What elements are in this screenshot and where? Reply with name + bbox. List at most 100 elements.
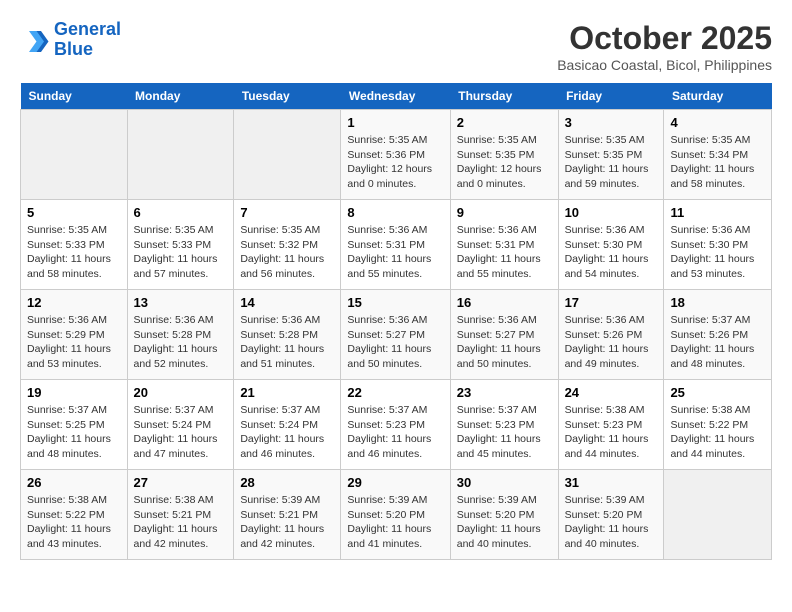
day-number: 16 xyxy=(457,295,552,310)
day-number: 21 xyxy=(240,385,334,400)
calendar-cell: 30 Sunrise: 5:39 AM Sunset: 5:20 PM Dayli… xyxy=(450,470,558,560)
calendar-cell: 14Sunrise: 5:36 AM Sunset: 5:28 PM Dayli… xyxy=(234,290,341,380)
day-info: Sunrise: 5:36 AM Sunset: 5:31 PM Dayligh… xyxy=(457,223,552,282)
day-number: 5 xyxy=(27,205,121,220)
calendar-cell: 28 Sunrise: 5:39 AM Sunset: 5:21 PM Dayli… xyxy=(234,470,341,560)
logo: General Blue xyxy=(20,20,121,60)
day-saturday: Saturday xyxy=(664,83,772,110)
day-number: 18 xyxy=(670,295,765,310)
day-tuesday: Tuesday xyxy=(234,83,341,110)
calendar-cell xyxy=(21,110,128,200)
day-number: 30 xyxy=(457,475,552,490)
calendar-cell: 9 Sunrise: 5:36 AM Sunset: 5:31 PM Daylig… xyxy=(450,200,558,290)
day-info: Sunrise: 5:39 AM Sunset: 5:20 PM Dayligh… xyxy=(457,493,552,552)
logo-text: General Blue xyxy=(54,20,121,60)
calendar-cell: 6 Sunrise: 5:35 AM Sunset: 5:33 PM Daylig… xyxy=(127,200,234,290)
logo-icon xyxy=(20,25,50,55)
day-friday: Friday xyxy=(558,83,664,110)
day-number: 19 xyxy=(27,385,121,400)
calendar-cell xyxy=(234,110,341,200)
calendar-cell: 25Sunrise: 5:38 AM Sunset: 5:22 PM Dayli… xyxy=(664,380,772,470)
calendar-cell: 15 Sunrise: 5:36 AM Sunset: 5:27 PM Dayli… xyxy=(341,290,450,380)
day-number: 26 xyxy=(27,475,121,490)
day-number: 17 xyxy=(565,295,658,310)
day-number: 27 xyxy=(134,475,228,490)
day-info: Sunrise: 5:35 AM Sunset: 5:32 PM Dayligh… xyxy=(240,223,334,282)
day-info: Sunrise: 5:35 AM Sunset: 5:36 PM Dayligh… xyxy=(347,133,443,192)
calendar-cell xyxy=(127,110,234,200)
calendar-cell: 13Sunrise: 5:36 AM Sunset: 5:28 PM Dayli… xyxy=(127,290,234,380)
day-monday: Monday xyxy=(127,83,234,110)
calendar-week-3: 12 Sunrise: 5:36 AM Sunset: 5:29 PM Dayli… xyxy=(21,290,772,380)
day-number: 28 xyxy=(240,475,334,490)
location-subtitle: Basicao Coastal, Bicol, Philippines xyxy=(557,57,772,73)
day-info: Sunrise: 5:36 AM Sunset: 5:30 PM Dayligh… xyxy=(670,223,765,282)
day-info: Sunrise: 5:39 AM Sunset: 5:20 PM Dayligh… xyxy=(347,493,443,552)
calendar-body: 1 Sunrise: 5:35 AM Sunset: 5:36 PM Daylig… xyxy=(21,110,772,560)
day-info: Sunrise: 5:37 AM Sunset: 5:24 PM Dayligh… xyxy=(134,403,228,462)
day-info: Sunrise: 5:36 AM Sunset: 5:30 PM Dayligh… xyxy=(565,223,658,282)
day-number: 1 xyxy=(347,115,443,130)
calendar-cell: 10 Sunrise: 5:36 AM Sunset: 5:30 PM Dayli… xyxy=(558,200,664,290)
calendar-cell: 29 Sunrise: 5:39 AM Sunset: 5:20 PM Dayli… xyxy=(341,470,450,560)
day-number: 12 xyxy=(27,295,121,310)
calendar-week-4: 19 Sunrise: 5:37 AM Sunset: 5:25 PM Dayli… xyxy=(21,380,772,470)
day-number: 4 xyxy=(670,115,765,130)
calendar-table: Sunday Monday Tuesday Wednesday Thursday… xyxy=(20,83,772,560)
day-info: Sunrise: 5:39 AM Sunset: 5:21 PM Dayligh… xyxy=(240,493,334,552)
calendar-cell: 2Sunrise: 5:35 AM Sunset: 5:35 PM Daylig… xyxy=(450,110,558,200)
calendar-cell: 23 Sunrise: 5:37 AM Sunset: 5:23 PM Dayli… xyxy=(450,380,558,470)
calendar-cell: 20 Sunrise: 5:37 AM Sunset: 5:24 PM Dayli… xyxy=(127,380,234,470)
calendar-cell: 22Sunrise: 5:37 AM Sunset: 5:23 PM Dayli… xyxy=(341,380,450,470)
day-number: 24 xyxy=(565,385,658,400)
day-info: Sunrise: 5:36 AM Sunset: 5:29 PM Dayligh… xyxy=(27,313,121,372)
logo-line1: General xyxy=(54,19,121,39)
calendar-cell: 7Sunrise: 5:35 AM Sunset: 5:32 PM Daylig… xyxy=(234,200,341,290)
day-info: Sunrise: 5:35 AM Sunset: 5:34 PM Dayligh… xyxy=(670,133,765,192)
day-info: Sunrise: 5:35 AM Sunset: 5:35 PM Dayligh… xyxy=(565,133,658,192)
day-number: 29 xyxy=(347,475,443,490)
calendar-week-5: 26 Sunrise: 5:38 AM Sunset: 5:22 PM Dayli… xyxy=(21,470,772,560)
day-info: Sunrise: 5:38 AM Sunset: 5:22 PM Dayligh… xyxy=(27,493,121,552)
day-info: Sunrise: 5:35 AM Sunset: 5:33 PM Dayligh… xyxy=(134,223,228,282)
title-block: October 2025 Basicao Coastal, Bicol, Phi… xyxy=(557,20,772,73)
day-info: Sunrise: 5:37 AM Sunset: 5:25 PM Dayligh… xyxy=(27,403,121,462)
calendar-cell: 17Sunrise: 5:36 AM Sunset: 5:26 PM Dayli… xyxy=(558,290,664,380)
calendar-cell: 31 Sunrise: 5:39 AM Sunset: 5:20 PM Dayli… xyxy=(558,470,664,560)
day-number: 31 xyxy=(565,475,658,490)
calendar-header: Sunday Monday Tuesday Wednesday Thursday… xyxy=(21,83,772,110)
day-number: 9 xyxy=(457,205,552,220)
day-number: 15 xyxy=(347,295,443,310)
calendar-cell: 5 Sunrise: 5:35 AM Sunset: 5:33 PM Daylig… xyxy=(21,200,128,290)
calendar-cell: 18Sunrise: 5:37 AM Sunset: 5:26 PM Dayli… xyxy=(664,290,772,380)
calendar-cell xyxy=(664,470,772,560)
calendar-cell: 16 Sunrise: 5:36 AM Sunset: 5:27 PM Dayli… xyxy=(450,290,558,380)
calendar-cell: 27Sunrise: 5:38 AM Sunset: 5:21 PM Dayli… xyxy=(127,470,234,560)
day-number: 23 xyxy=(457,385,552,400)
calendar-cell: 11 Sunrise: 5:36 AM Sunset: 5:30 PM Dayli… xyxy=(664,200,772,290)
day-number: 6 xyxy=(134,205,228,220)
day-info: Sunrise: 5:39 AM Sunset: 5:20 PM Dayligh… xyxy=(565,493,658,552)
day-info: Sunrise: 5:36 AM Sunset: 5:31 PM Dayligh… xyxy=(347,223,443,282)
month-title: October 2025 xyxy=(557,20,772,57)
day-info: Sunrise: 5:36 AM Sunset: 5:27 PM Dayligh… xyxy=(347,313,443,372)
days-of-week-row: Sunday Monday Tuesday Wednesday Thursday… xyxy=(21,83,772,110)
day-number: 3 xyxy=(565,115,658,130)
day-info: Sunrise: 5:36 AM Sunset: 5:28 PM Dayligh… xyxy=(134,313,228,372)
calendar-cell: 19 Sunrise: 5:37 AM Sunset: 5:25 PM Dayli… xyxy=(21,380,128,470)
day-info: Sunrise: 5:36 AM Sunset: 5:27 PM Dayligh… xyxy=(457,313,552,372)
calendar-cell: 3 Sunrise: 5:35 AM Sunset: 5:35 PM Daylig… xyxy=(558,110,664,200)
day-number: 8 xyxy=(347,205,443,220)
calendar-cell: 24Sunrise: 5:38 AM Sunset: 5:23 PM Dayli… xyxy=(558,380,664,470)
calendar-cell: 12 Sunrise: 5:36 AM Sunset: 5:29 PM Dayli… xyxy=(21,290,128,380)
day-number: 20 xyxy=(134,385,228,400)
calendar-cell: 4 Sunrise: 5:35 AM Sunset: 5:34 PM Daylig… xyxy=(664,110,772,200)
day-number: 10 xyxy=(565,205,658,220)
calendar-cell: 1 Sunrise: 5:35 AM Sunset: 5:36 PM Daylig… xyxy=(341,110,450,200)
day-number: 14 xyxy=(240,295,334,310)
day-number: 11 xyxy=(670,205,765,220)
day-info: Sunrise: 5:37 AM Sunset: 5:23 PM Dayligh… xyxy=(457,403,552,462)
day-info: Sunrise: 5:35 AM Sunset: 5:33 PM Dayligh… xyxy=(27,223,121,282)
day-sunday: Sunday xyxy=(21,83,128,110)
day-info: Sunrise: 5:37 AM Sunset: 5:23 PM Dayligh… xyxy=(347,403,443,462)
